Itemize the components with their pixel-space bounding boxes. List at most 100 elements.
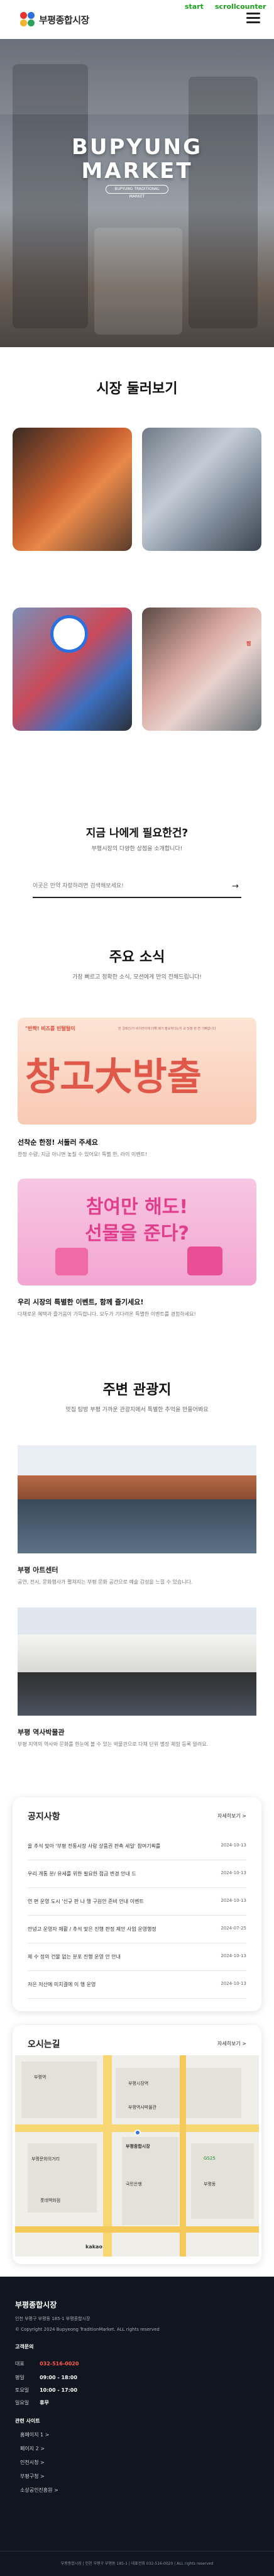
market-photo-shop[interactable] [142, 428, 261, 551]
tour-photo-museum[interactable] [18, 1607, 256, 1716]
gift-box-icon [187, 1246, 222, 1275]
footer-link[interactable]: 부평구청 > [20, 2473, 45, 2480]
floating-tag: 찜 [246, 641, 251, 647]
market-photo-clothing[interactable] [13, 608, 132, 731]
news-item-title[interactable]: 선착순 한정! 서둘러 주세요 [18, 1137, 98, 1147]
notice-row[interactable]: 우리 개통 분/ 유세를 위한 필요한 점금 변경 안내 드 2024-10-1… [28, 1860, 246, 1888]
tour-section-subtitle: 맛집 탐방 부평 가까운 관광지에서 특별한 추억을 만들어봐요 [65, 1407, 209, 1413]
notice-row[interactable]: 제 수 정의 건물 없는 분포 진행 운영 안 안내 2024-10-13 [28, 1943, 246, 1971]
news-banner-clearance[interactable]: "반짝! 비즈를 빈털털이 한 걸레인/가 비이러이에 더해 매기 필요하다는지… [18, 1018, 256, 1124]
look-section-title: 시장 둘러보기 [96, 381, 178, 397]
map-label: GS25 [204, 2156, 216, 2161]
notice-title: 공지사항 [28, 1812, 60, 1822]
notice-row-date: 2024-10-13 [221, 1870, 246, 1875]
notice-row-date: 2024-10-13 [221, 1843, 246, 1848]
site-logo[interactable]: 부평종합시장 [20, 10, 89, 29]
notice-row-text: 연 편 운영 도시 '신규 판 나 행 구원안 준비 안내 이벤트 [28, 1899, 144, 1904]
news-banner-headline: 창고大방출 [25, 1055, 202, 1099]
notice-row-text: 우리 개통 분/ 유세를 위한 필요한 점금 변경 안내 드 [28, 1871, 136, 1877]
news-banner-badge: "반짝! 비즈를 빈털털이 [25, 1026, 75, 1031]
map-label: 부평역 [34, 2075, 47, 2080]
footer-contact-title: 고객문의 [15, 2344, 34, 2350]
search-section-title: 지금 나에게 필요한건? [85, 827, 189, 840]
footer-bottom-text: 부평종합시장 | 인천 부평구 부평동 185-1 | 대표전화 032-516… [60, 2562, 214, 2566]
footer-link[interactable]: 홈페이지 1 > [20, 2431, 49, 2438]
notice-row-text: 올 추석 맞아 '부평 전통시장 사랑 상품권 판촉 세일' 참여기획를 [28, 1843, 161, 1849]
map-label: 부평종합시장 [126, 2144, 150, 2149]
footer-link[interactable]: 소상공인진흥원 > [20, 2487, 58, 2494]
footer-name: 부평종합시장 [15, 2301, 57, 2309]
footer-phone-label: 대표 [15, 2361, 25, 2367]
location-map[interactable]: 부평역 부평시장역 부평역사박물관 부평문화의거리 GS25 부평동 부평종합시… [15, 2055, 259, 2257]
event-banner-line1: 참여만 해도! [85, 1196, 189, 1218]
site-header: 부평종합시장 start scrollcounter [0, 0, 274, 39]
map-label: 롯데백화점 [40, 2198, 61, 2203]
notice-row-text: 저은 저산에 미치결에 이 행 운영 [28, 1982, 96, 1987]
store-sign-icon [50, 615, 88, 653]
notice-row-text: 제 수 정의 건물 없는 분포 진행 운영 안 안내 [28, 1954, 121, 1960]
notice-row-text: 안녕고 운영자 재활 / 추석 맞은 진행 판정 제안 사업 운영행정 [28, 1926, 156, 1932]
tour-item-desc: 공연, 전시, 문화행사가 펼쳐지는 부평 문화 공간으로 예술 감성을 느낄 … [18, 1579, 193, 1585]
news-banner-event[interactable]: 참여만 해도! 선물을 준다? [18, 1179, 256, 1285]
tour-photo-artcenter[interactable] [18, 1445, 256, 1553]
footer-address: 인천 부평구 부평동 185-1 부평종합시장 [15, 2316, 90, 2321]
notice-more-link[interactable]: 자세히보기 > [217, 1813, 246, 1819]
kakao-map-logo: kakao [85, 2244, 102, 2250]
news-item-title[interactable]: 우리 시장의 특별한 이벤트, 함께 즐기세요! [18, 1297, 143, 1307]
search-input[interactable] [33, 877, 221, 896]
hero-title-line1: BUPYUNG [71, 135, 203, 160]
footer-related-title: 관련 사이트 [15, 2418, 40, 2424]
debug-start-label: start [185, 3, 204, 11]
map-label: 부평시장역 [128, 2081, 149, 2086]
notice-row-date: 2024-10-13 [221, 1981, 246, 1986]
footer-phone: 대표 032-516-0020 [15, 2356, 79, 2368]
footer-phone-number[interactable]: 032-516-0020 [40, 2361, 79, 2367]
map-label: 부평역사박물관 [128, 2105, 157, 2110]
footer-link[interactable]: 인천시청 > [20, 2459, 45, 2466]
notice-panel: 공지사항 자세히보기 > 올 추석 맞아 '부평 전통시장 사랑 상품권 판촉 … [13, 1797, 261, 2011]
hero-subtitle: BUPYUNG TRADITIONAL MARKET [106, 185, 168, 199]
news-section-subtitle: 가장 빠르고 정확한 소식, 모션에게 만의 전해드립니다! [72, 974, 202, 980]
footer-link[interactable]: 페이지 2 > [20, 2445, 45, 2452]
tour-item-title[interactable]: 부평 역사박물관 [18, 1727, 65, 1737]
news-banner-small: 한 걸레인/가 비이러이에 더해 매기 필요하다는지 교 당첨 펀 연 기뻐합니… [118, 1027, 216, 1031]
map-label: 국민은행 [126, 2182, 142, 2187]
news-section-title: 주요 소식 [109, 950, 165, 965]
notice-row[interactable]: 올 추석 맞아 '부평 전통시장 사랑 상품권 판촉 세일' 참여기획를 202… [28, 1833, 246, 1860]
hero-title-line2: MARKET [81, 158, 193, 184]
footer-copyright: © Copyright 2024 Bupyeong TraditionMarke… [15, 2327, 160, 2332]
site-footer: 부평종합시장 인천 부평구 부평동 185-1 부평종합시장 © Copyrig… [0, 2277, 274, 2576]
news-item-desc: 한정 수량, 지금 아니면 놓칠 수 있어요! 특별 한, 라이 이벤트! [18, 1152, 148, 1157]
footer-hours-row: 평일 09:00 - 18:00 [15, 2375, 77, 2380]
logo-mark-icon [20, 12, 35, 27]
footer-hours-row: 일요일 휴무 [15, 2400, 49, 2406]
notice-row[interactable]: 저은 저산에 미치결에 이 행 운영 2024-10-13 [28, 1971, 246, 1999]
hamburger-menu-icon[interactable] [246, 13, 260, 24]
tour-item-title[interactable]: 부평 아트센터 [18, 1565, 58, 1575]
logo-text: 부평종합시장 [39, 14, 89, 26]
directions-title: 오시는길 [28, 2040, 60, 2050]
hero-banner: BUPYUNG MARKET BUPYUNG TRADITIONAL MARKE… [0, 39, 274, 347]
notice-row-date: 2024-07-25 [221, 1926, 246, 1931]
map-label: 부평동 [204, 2182, 216, 2187]
search-bar: → [33, 877, 241, 898]
notice-row[interactable]: 연 편 운영 도시 '신규 판 나 행 구원안 준비 안내 이벤트 2024-1… [28, 1888, 246, 1916]
market-photo-flowers[interactable] [142, 608, 261, 731]
debug-scroll-label: scrollcounter [215, 3, 266, 11]
search-section-subtitle: 부평시장의 다양한 상점을 소개합니다! [91, 846, 183, 852]
news-item-desc: 다채로운 혜택과 즐거움이 가득합니다. 모두가 기다려온 특별한 이벤트를 경… [18, 1311, 196, 1317]
notice-row-date: 2024-10-13 [221, 1898, 246, 1903]
gift-box-icon [55, 1248, 88, 1275]
search-submit-arrow-icon[interactable]: → [232, 882, 239, 891]
map-pin-icon[interactable] [134, 2129, 141, 2136]
tour-item-desc: 부평 지역의 역사와 문화를 한눈에 볼 수 있는 박물관으로 다채 단위 별장… [18, 1741, 209, 1747]
footer-bottom-bar: 부평종합시장 | 인천 부평구 부평동 185-1 | 대표전화 032-516… [0, 2551, 274, 2576]
notice-row-date: 2024-10-13 [221, 1953, 246, 1958]
tour-section-title: 주변 관광지 [102, 1382, 172, 1398]
market-photo-crabs[interactable] [13, 428, 132, 551]
map-label: 부평문화의거리 [31, 2157, 60, 2162]
footer-hours-row: 토요일 10:00 - 17:00 [15, 2387, 77, 2393]
directions-more-link[interactable]: 자세히보기 > [217, 2040, 246, 2047]
event-banner-line2: 선물을 준다? [85, 1223, 189, 1245]
notice-row[interactable]: 안녕고 운영자 재활 / 추석 맞은 진행 판정 제안 사업 운영행정 2024… [28, 1916, 246, 1943]
